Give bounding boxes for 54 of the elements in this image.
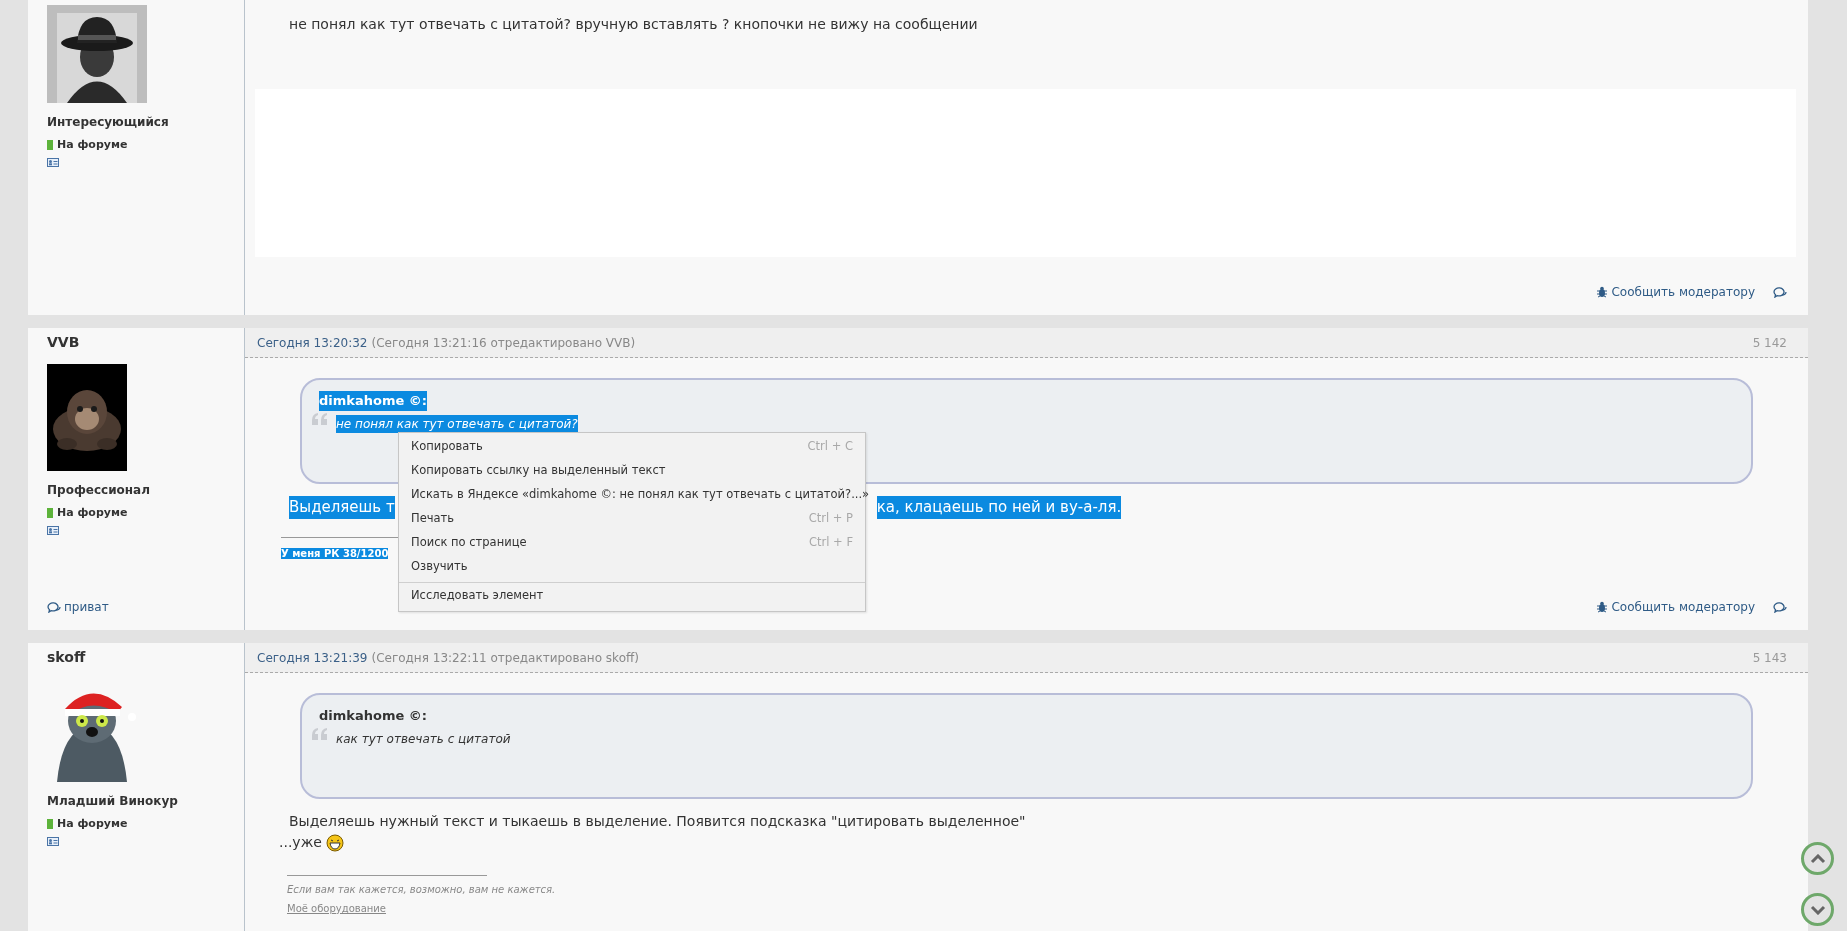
- post-text: Выделяешь нужный текст и тыкаешь в выделение. Появится подсказка "цитировать выделенное": [289, 812, 1027, 831]
- online-status: На форуме: [57, 505, 128, 521]
- bug-icon: [1597, 286, 1608, 298]
- online-indicator: [47, 819, 53, 830]
- signature: У меня РК 38/1200: [281, 547, 389, 559]
- chevron-up-icon: [1809, 853, 1826, 864]
- user-rank: Младший Винокур: [47, 793, 179, 810]
- user-name[interactable]: skoff: [47, 643, 244, 673]
- chat-icon[interactable]: [1773, 286, 1787, 298]
- post-date-link[interactable]: Сегодня 13:20:32: [257, 333, 368, 352]
- shortcut-hint: Ctrl + P: [808, 510, 853, 528]
- post-text: ...уже: [279, 833, 322, 852]
- user-rank: Интересующийся: [47, 114, 170, 131]
- scroll-up-button[interactable]: [1801, 842, 1834, 875]
- menu-item[interactable]: Печать Ctrl + P: [399, 507, 865, 531]
- quote-text: не понял как тут отвечать с цитатой?: [336, 415, 578, 433]
- bug-icon: [1597, 601, 1608, 613]
- online-status: На форуме: [57, 816, 128, 832]
- quote-text: как тут отвечать с цитатой: [336, 731, 511, 748]
- menu-item[interactable]: Поиск по странице Ctrl + F: [399, 531, 865, 555]
- post-date-link[interactable]: Сегодня 13:21:39: [257, 648, 368, 667]
- user-rank: Профессионал: [47, 482, 151, 499]
- post-text: ка, клацаешь по ней и ву-а-ля.: [876, 496, 1122, 519]
- signature-link[interactable]: Моё оборудование: [287, 901, 386, 916]
- quote-icon: [311, 727, 329, 741]
- scroll-down-button[interactable]: [1801, 893, 1834, 926]
- menu-item[interactable]: Озвучить: [399, 555, 865, 579]
- shortcut-hint: Ctrl + F: [808, 534, 853, 552]
- online-indicator: [47, 140, 53, 151]
- menu-item[interactable]: Копировать ссылку на выделенный текст: [399, 459, 865, 483]
- report-link[interactable]: Сообщить модератору: [1597, 598, 1755, 616]
- chevron-down-icon: [1809, 904, 1826, 915]
- post-text: не понял как тут отвечать с цитатой? вручную вставлять ? кнопочки не вижу на сообщении: [289, 15, 979, 34]
- private-message-link[interactable]: приват: [47, 598, 109, 616]
- signature: Если вам так кажется, возможно, вам не кажется.: [287, 883, 557, 897]
- quote-icon: [311, 412, 329, 426]
- profile-card-icon[interactable]: [47, 836, 59, 846]
- chat-icon[interactable]: [1773, 601, 1787, 613]
- menu-item[interactable]: Копировать Ctrl + C: [399, 435, 865, 459]
- smiley-icon: [325, 833, 344, 852]
- chat-icon: [47, 601, 61, 613]
- user-name[interactable]: VVB: [47, 328, 244, 358]
- edit-note: (Сегодня 13:22:11 отредактировано skoff): [371, 649, 639, 667]
- profile-card-icon[interactable]: [47, 157, 59, 167]
- edit-note: (Сегодня 13:21:16 отредактировано VVB): [371, 334, 636, 352]
- quote-author: dimkahome ©:: [319, 707, 427, 725]
- online-status: На форуме: [57, 137, 128, 153]
- shortcut-hint: Ctrl + C: [807, 438, 853, 456]
- online-indicator: [47, 508, 53, 519]
- report-link[interactable]: Сообщить модератору: [1597, 283, 1755, 301]
- menu-item[interactable]: Исследовать элемент: [399, 582, 865, 609]
- profile-card-icon[interactable]: [47, 525, 59, 535]
- post-text: Выделяешь т: [289, 496, 395, 519]
- quote-author: dimkahome ©:: [319, 391, 427, 411]
